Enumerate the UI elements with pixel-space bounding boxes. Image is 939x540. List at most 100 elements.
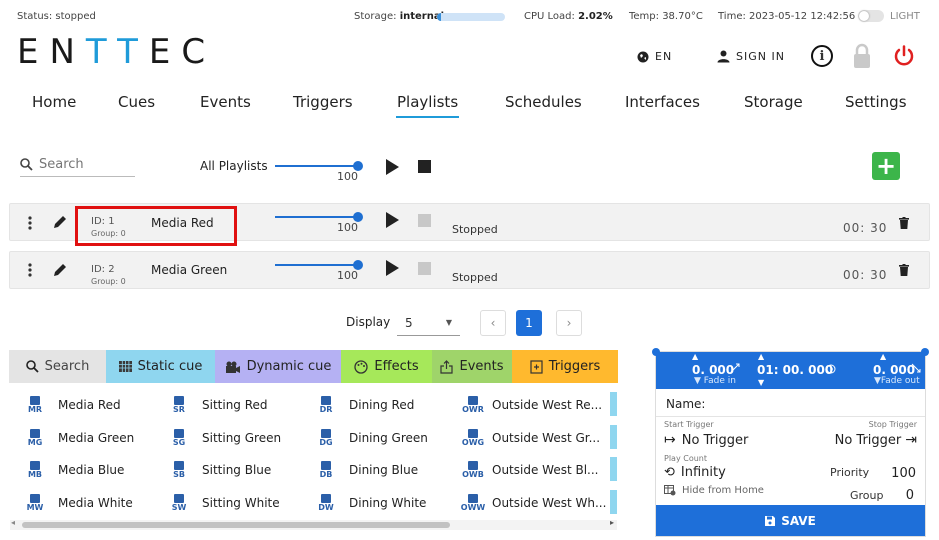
cue-item[interactable]: DR Dining Red (315, 390, 414, 420)
start-trigger-label: Start Trigger (664, 420, 714, 429)
cue-icon: OWB (462, 461, 484, 479)
scroll-left-icon[interactable]: ◂ (11, 518, 15, 527)
save-button[interactable]: SAVE (656, 505, 925, 536)
play-count-select[interactable]: ⟲ Infinity (664, 465, 726, 480)
theme-label: LIGHT (890, 11, 920, 22)
stop-trigger-label: Stop Trigger (868, 420, 917, 429)
cue-item[interactable]: DG Dining Green (315, 423, 428, 453)
page-size-select[interactable]: 5 ▼ (397, 310, 460, 336)
nav-storage[interactable]: Storage (744, 93, 803, 111)
hide-from-home-toggle[interactable]: Hide from Home (664, 485, 764, 496)
play-button[interactable] (386, 212, 399, 228)
tab-static-cue[interactable]: Static cue (106, 350, 215, 383)
fade-in-up-icon[interactable]: ▲ (692, 352, 698, 361)
priority-value[interactable]: 100 (891, 466, 916, 481)
fade-in-value[interactable]: 0. 000 (692, 363, 734, 377)
nav-schedules[interactable]: Schedules (505, 93, 582, 111)
delete-button[interactable] (899, 217, 909, 232)
tab-search[interactable]: Search (9, 350, 106, 383)
cue-label: Sitting Blue (202, 463, 272, 477)
power-button[interactable] (893, 45, 915, 70)
prev-page-button[interactable]: ‹ (480, 310, 506, 336)
cue-item[interactable]: MW Media White (24, 488, 133, 518)
cue-item[interactable]: OWB Outside West Bl... (462, 455, 598, 485)
row-menu-button[interactable] (28, 263, 32, 280)
tab-events[interactable]: Events (432, 350, 512, 383)
arrow-right-from-bar-icon: ↦ (664, 432, 676, 448)
playlist-level-slider[interactable]: 100 (275, 257, 370, 282)
cue-item[interactable]: SR Sitting Red (168, 390, 268, 420)
cue-overflow-edge (610, 457, 617, 481)
chevron-right-icon: › (566, 316, 572, 330)
cue-item[interactable]: SW Sitting White (168, 488, 280, 518)
slider-track (275, 165, 358, 167)
cue-item[interactable]: OWG Outside West Gr... (462, 423, 600, 453)
cue-item[interactable]: DW Dining White (315, 488, 426, 518)
playlist-search[interactable] (20, 153, 135, 177)
cue-item[interactable]: MR Media Red (24, 390, 121, 420)
page-1-button[interactable]: 1 (516, 310, 542, 336)
storage-label: Storage: internal (354, 11, 445, 22)
nav-home[interactable]: Home (32, 93, 76, 111)
nav-events[interactable]: Events (200, 93, 251, 111)
scroll-right-icon[interactable]: ▸ (610, 518, 614, 527)
cue-item[interactable]: SG Sitting Green (168, 423, 281, 453)
resize-handle[interactable] (921, 348, 929, 356)
cue-icon: MW (24, 494, 46, 512)
scrollbar-thumb[interactable] (22, 522, 450, 528)
cue-icon: SW (168, 494, 190, 512)
fade-out-up-icon[interactable]: ▲ (880, 352, 886, 361)
add-playlist-button[interactable]: + (872, 152, 900, 180)
nav-cues[interactable]: Cues (118, 93, 155, 111)
nav-interfaces[interactable]: Interfaces (625, 93, 700, 111)
name-label[interactable]: Name: (666, 397, 705, 411)
fade-out-value[interactable]: 0. 000 (873, 363, 915, 377)
stop-button[interactable] (418, 262, 431, 275)
cue-label: Outside West Re... (492, 398, 603, 412)
group-value[interactable]: 0 (906, 488, 914, 503)
edit-button[interactable] (52, 214, 68, 233)
duration-down-icon[interactable]: ▼ (758, 378, 764, 387)
cue-item[interactable]: MB Media Blue (24, 455, 124, 485)
search-input[interactable] (39, 157, 119, 172)
stop-button[interactable] (418, 214, 431, 227)
edit-button[interactable] (52, 262, 68, 281)
nav-settings[interactable]: Settings (845, 93, 907, 111)
stop-all-button[interactable] (418, 160, 431, 173)
stop-trigger-select[interactable]: No Trigger ⇥ (835, 432, 917, 448)
play-button[interactable] (386, 260, 399, 276)
next-page-button[interactable]: › (556, 310, 582, 336)
master-level-slider[interactable]: 100 (275, 158, 370, 183)
tab-effects[interactable]: Effects (341, 350, 432, 383)
sign-in-button[interactable]: SIGN IN (717, 50, 785, 63)
lock-button[interactable] (853, 43, 871, 72)
cue-icon: MR (24, 396, 46, 414)
toggle-knob (859, 11, 869, 21)
cue-item[interactable]: OWW Outside West Wh... (461, 488, 606, 518)
delete-button[interactable] (899, 264, 909, 279)
duration-value[interactable]: 01: 00. 000 (757, 363, 833, 377)
language-selector[interactable]: EN (637, 50, 672, 63)
resize-handle[interactable] (652, 348, 660, 356)
cue-item[interactable]: SB Sitting Blue (168, 455, 271, 485)
cue-item[interactable]: DB Dining Blue (315, 455, 418, 485)
theme-toggle[interactable] (858, 10, 884, 22)
playlist-level-slider[interactable]: 100 (275, 209, 370, 234)
duration-up-icon[interactable]: ▲ (758, 352, 764, 361)
page-size-value: 5 (405, 315, 413, 330)
hide-from-home-label: Hide from Home (682, 485, 764, 496)
start-trigger-select[interactable]: ↦ No Trigger (664, 432, 748, 448)
info-button[interactable]: i (811, 45, 833, 67)
nav-triggers[interactable]: Triggers (293, 93, 353, 111)
status-text: Status: stopped (17, 11, 96, 22)
cue-horizontal-scrollbar[interactable]: ◂ ▸ (10, 518, 617, 530)
timing-header: ▲ 0. 000 ▼ Fade in ▲ 01: 00. 000 ▼ ▲ 0. … (656, 352, 925, 389)
nav-playlists[interactable]: Playlists (397, 93, 458, 111)
power-icon (894, 45, 914, 66)
tab-triggers[interactable]: Triggers (512, 350, 618, 383)
play-all-button[interactable] (386, 159, 399, 175)
tab-dynamic-cue[interactable]: Dynamic cue (215, 350, 341, 383)
cue-item[interactable]: OWR Outside West Re... (462, 390, 602, 420)
row-menu-button[interactable] (28, 216, 32, 233)
cue-item[interactable]: MG Media Green (24, 423, 134, 453)
